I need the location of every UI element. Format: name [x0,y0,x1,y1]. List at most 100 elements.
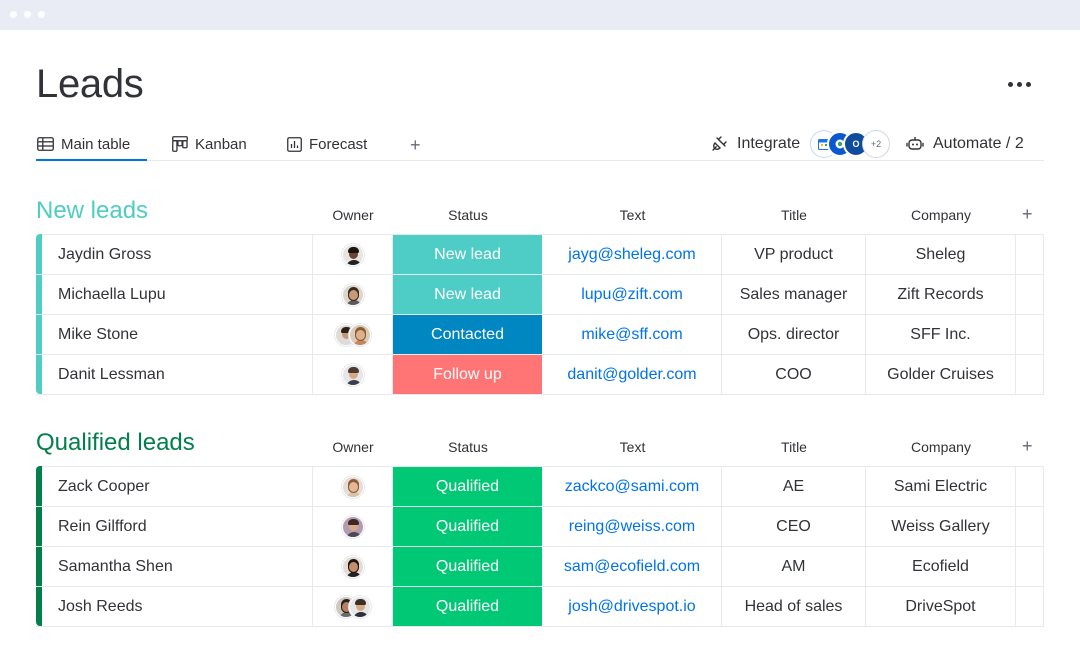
empty-cell [1016,235,1044,274]
company-cell[interactable]: SFF Inc. [866,315,1016,354]
table-row[interactable]: Mike Stone Contacted mike@sff.com Ops. d… [36,315,1044,355]
email-link[interactable]: mike@sff.com [543,315,722,354]
avatar [348,595,371,618]
item-name[interactable]: Jaydin Gross [42,235,313,274]
owner-cell[interactable] [313,467,393,506]
company-cell[interactable]: Zift Records [866,275,1016,314]
title-cell[interactable]: AM [722,547,866,586]
avatar [341,243,364,266]
status-label[interactable]: New lead [393,235,543,274]
item-name[interactable]: Michaella Lupu [42,275,313,314]
avatar [341,515,364,538]
tab-forecast[interactable]: Forecast [287,134,367,154]
title-cell[interactable]: COO [722,355,866,394]
avatar-group [334,323,371,346]
owner-cell[interactable] [313,315,393,354]
column-header-title[interactable]: Title [722,206,866,224]
item-name[interactable]: Zack Cooper [42,467,313,506]
email-link[interactable]: reing@weiss.com [543,507,722,546]
status-label[interactable]: Contacted [393,315,543,354]
company-cell[interactable]: DriveSpot [866,587,1016,626]
title-cell[interactable]: CEO [722,507,866,546]
column-header-company[interactable]: Company [866,206,1016,224]
table-row[interactable]: Josh Reeds Qualified josh@drivespot.io H… [36,587,1044,627]
company-cell[interactable]: Weiss Gallery [866,507,1016,546]
table-row[interactable]: Zack Cooper Qualified zackco@sami.com AE… [36,467,1044,507]
integration-icons[interactable]: O +2 [811,131,891,157]
status-label[interactable]: Qualified [393,467,543,506]
avatar-group [334,595,371,618]
item-name[interactable]: Rein Gilfford [42,507,313,546]
owner-cell[interactable] [313,587,393,626]
group-title-new-leads[interactable]: New leads [36,196,148,226]
window-control-dot[interactable] [38,11,45,18]
empty-cell [1016,547,1044,586]
tab-main-table[interactable]: Main table [37,134,130,154]
column-header-text[interactable]: Text [543,438,722,456]
owner-cell[interactable] [313,355,393,394]
title-cell[interactable]: AE [722,467,866,506]
integrate-label: Integrate [737,135,801,152]
status-label[interactable]: New lead [393,275,543,314]
status-label[interactable]: Qualified [393,507,543,546]
column-header-owner[interactable]: Owner [313,206,393,224]
title-cell[interactable]: Ops. director [722,315,866,354]
email-link[interactable]: sam@ecofield.com [543,547,722,586]
item-name[interactable]: Josh Reeds [42,587,313,626]
group-title-qualified-leads[interactable]: Qualified leads [36,428,195,458]
table-row[interactable]: Michaella Lupu New lead lupu@zift.com Sa… [36,275,1044,315]
owner-cell[interactable] [313,507,393,546]
email-link[interactable]: josh@drivespot.io [543,587,722,626]
add-column-button[interactable]: + [1022,437,1033,455]
item-name[interactable]: Mike Stone [42,315,313,354]
email-link[interactable]: lupu@zift.com [543,275,722,314]
table-row[interactable]: Jaydin Gross New lead jayg@sheleg.com VP… [36,235,1044,275]
add-view-button[interactable]: + [410,135,421,155]
table-row[interactable]: Danit Lessman Follow up danit@golder.com… [36,355,1044,395]
plug-icon [712,136,727,151]
table-row[interactable]: Rein Gilfford Qualified reing@weiss.com … [36,507,1044,547]
title-cell[interactable]: Head of sales [722,587,866,626]
company-cell[interactable]: Golder Cruises [866,355,1016,394]
empty-cell [1016,587,1044,626]
status-label[interactable]: Qualified [393,547,543,586]
add-column-button[interactable]: + [1022,205,1033,223]
more-dot [1017,81,1022,87]
column-header-owner[interactable]: Owner [313,438,393,456]
owner-cell[interactable] [313,275,393,314]
company-cell[interactable]: Sami Electric [866,467,1016,506]
avatar [348,323,371,346]
title-cell[interactable]: VP product [722,235,866,274]
email-link[interactable]: danit@golder.com [543,355,722,394]
integrate-button[interactable]: Integrate [710,134,800,154]
automate-button[interactable]: Automate / 2 [906,134,1024,154]
board-title[interactable]: Leads [36,60,144,108]
tabs-divider [36,160,1044,161]
window-control-dot[interactable] [10,11,17,18]
owner-cell[interactable] [313,547,393,586]
group-table-qualified-leads: Zack Cooper Qualified zackco@sami.com AE… [36,466,1044,627]
title-cell[interactable]: Sales manager [722,275,866,314]
owner-cell[interactable] [313,235,393,274]
column-header-company[interactable]: Company [866,438,1016,456]
company-cell[interactable]: Ecofield [866,547,1016,586]
tab-kanban[interactable]: Kanban [172,134,247,154]
active-tab-indicator [36,159,147,161]
status-label[interactable]: Follow up [393,355,543,394]
email-link[interactable]: jayg@sheleg.com [543,235,722,274]
more-actions-button[interactable] [1008,74,1048,94]
window-control-dot[interactable] [24,11,31,18]
group-table-new-leads: Jaydin Gross New lead jayg@sheleg.com VP… [36,234,1044,395]
status-label[interactable]: Qualified [393,587,543,626]
column-header-status[interactable]: Status [393,206,543,224]
email-link[interactable]: zackco@sami.com [543,467,722,506]
column-header-text[interactable]: Text [543,206,722,224]
table-row[interactable]: Samantha Shen Qualified sam@ecofield.com… [36,547,1044,587]
column-header-status[interactable]: Status [393,438,543,456]
column-header-title[interactable]: Title [722,438,866,456]
company-cell[interactable]: Sheleg [866,235,1016,274]
tab-label: Forecast [309,135,368,153]
item-name[interactable]: Danit Lessman [42,355,313,394]
empty-cell [1016,507,1044,546]
item-name[interactable]: Samantha Shen [42,547,313,586]
